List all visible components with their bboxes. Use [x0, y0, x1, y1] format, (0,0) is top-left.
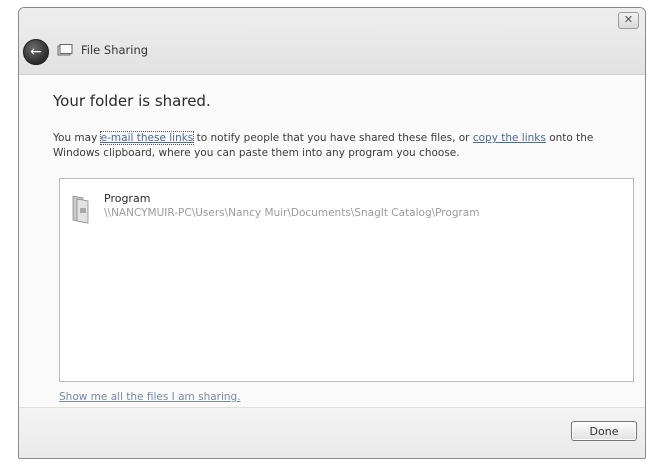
dialog-content: Your folder is shared. You may e-mail th…	[19, 75, 645, 458]
shared-files-list: Program \\NANCYMUIR-PC\Users\Nancy Muir\…	[59, 178, 634, 382]
item-name: Program	[104, 192, 151, 205]
title-bar: ✕ ← File Sharing	[19, 8, 645, 75]
done-button[interactable]: Done	[571, 421, 637, 441]
file-sharing-icon	[57, 44, 73, 56]
item-path: \\NANCYMUIR-PC\Users\Nancy Muir\Document…	[104, 207, 480, 219]
back-button[interactable]: ←	[23, 39, 49, 65]
close-button[interactable]: ✕	[618, 12, 639, 29]
copy-links-link[interactable]: copy the links	[473, 132, 546, 144]
window-title: File Sharing	[81, 43, 149, 57]
back-arrow-icon: ←	[30, 44, 42, 60]
sharing-info-text: You may e-mail these links to notify peo…	[53, 131, 625, 161]
folder-icon	[72, 195, 89, 224]
info-prefix: You may	[53, 132, 101, 144]
button-bar: Done	[19, 407, 645, 458]
close-icon: ✕	[623, 13, 634, 26]
file-sharing-window: ✕ ← File Sharing Your folder is shared. …	[18, 7, 646, 459]
show-all-shared-files-link[interactable]: Show me all the files I am sharing.	[59, 391, 241, 403]
page-heading: Your folder is shared.	[53, 92, 211, 110]
email-links-link[interactable]: e-mail these links	[99, 131, 195, 145]
info-middle: to notify people that you have shared th…	[193, 132, 473, 144]
